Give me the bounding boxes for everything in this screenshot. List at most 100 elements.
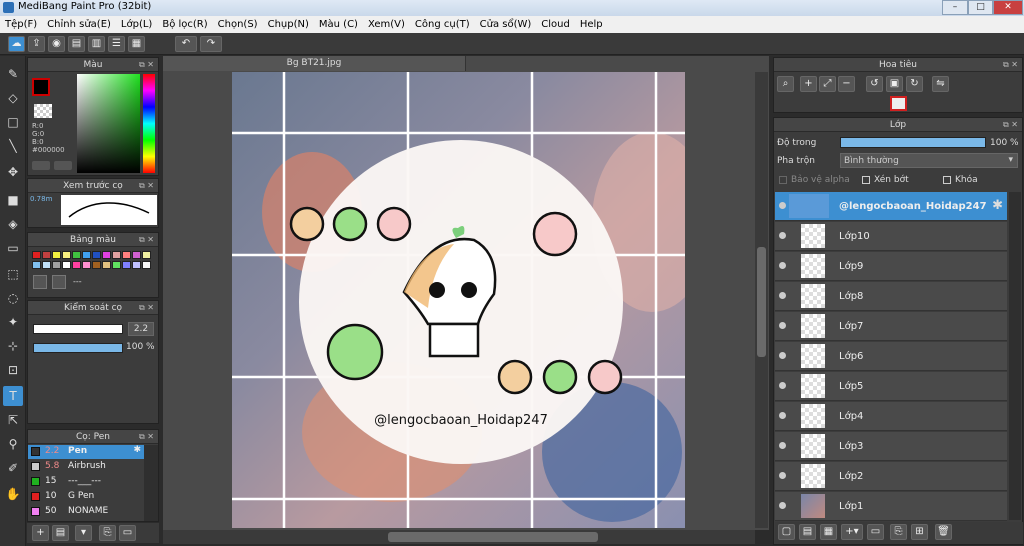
brush-opacity-slider[interactable] (33, 343, 123, 353)
delete-palette-icon[interactable] (52, 275, 66, 289)
panel-options-icon[interactable]: ⧉ ✕ (139, 301, 154, 315)
copy-brush-icon[interactable]: ⎘ (99, 525, 116, 541)
gradient-tool-icon[interactable]: ▭ (3, 238, 23, 258)
panel-options-icon[interactable]: ⧉ ✕ (139, 233, 154, 247)
palette-swatch[interactable] (52, 251, 61, 259)
menu-cloud[interactable]: Cloud (536, 19, 575, 30)
fit-screen-icon[interactable]: ▣ (886, 76, 903, 92)
protect-alpha-checkbox[interactable] (779, 176, 787, 184)
bucket-tool-icon[interactable]: ◈ (3, 214, 23, 234)
layer-row[interactable]: Lớp8 (775, 282, 1007, 311)
brush-size-value[interactable]: 2.2 (128, 322, 154, 336)
menu-view[interactable]: Xem(V) (363, 19, 410, 30)
clipping-checkbox[interactable] (862, 176, 870, 184)
hand-tool-icon[interactable]: ✋ (3, 484, 23, 504)
line-tool-icon[interactable]: ╲ (3, 136, 23, 156)
palette-swatch[interactable] (62, 251, 71, 259)
rotate-right-icon[interactable]: ↻ (906, 76, 923, 92)
duplicate-layer-icon[interactable]: ⎘ (890, 524, 907, 540)
lock-checkbox[interactable] (943, 176, 951, 184)
eye-icon[interactable] (779, 352, 786, 359)
new-layer-icon[interactable]: ▢ (778, 524, 795, 540)
palette-swatch[interactable] (82, 251, 91, 259)
brush-list-scrollbar[interactable] (144, 445, 158, 521)
palette-swatch[interactable] (102, 251, 111, 259)
brush-menu-icon[interactable]: ▾ (75, 525, 92, 541)
palette-swatch[interactable] (142, 261, 151, 269)
zoom-in-icon[interactable]: + (800, 76, 817, 92)
cloud-icon[interactable]: ☁ (8, 36, 25, 52)
palette-swatch[interactable] (62, 261, 71, 269)
palette-swatch[interactable] (42, 261, 51, 269)
menu-edit[interactable]: Chỉnh sửa(E) (42, 19, 116, 30)
layer-row[interactable]: @lengocbaoan_Hoidap247 ✱ (775, 192, 1007, 221)
palette-swatch[interactable] (102, 261, 111, 269)
eye-icon[interactable] (779, 322, 786, 329)
add-layer-menu-icon[interactable]: +▾ (841, 524, 863, 540)
flip-icon[interactable]: ⇋ (932, 76, 949, 92)
palette-swatch[interactable] (72, 261, 81, 269)
menu-color[interactable]: Màu (C) (314, 19, 363, 30)
eraser-tool-icon[interactable]: ◇ (3, 88, 23, 108)
palette-swatch[interactable] (132, 261, 141, 269)
undo-icon[interactable]: ↶ (175, 36, 197, 52)
dropper-tool-icon[interactable]: ⚲ (3, 434, 23, 454)
layer-opacity-slider[interactable] (840, 137, 986, 148)
palette-swatch[interactable] (122, 261, 131, 269)
color-picker-button[interactable] (54, 161, 72, 170)
delete-layer-icon[interactable]: 🗑 (935, 524, 952, 540)
eye-icon[interactable] (779, 442, 786, 449)
maximize-button[interactable]: □ (968, 0, 993, 15)
eye-icon[interactable] (779, 262, 786, 269)
new-halftone-layer-icon[interactable]: ▤ (799, 524, 816, 540)
document-icon[interactable]: ▥ (88, 36, 105, 52)
new-image-layer-icon[interactable]: ▦ (820, 524, 837, 540)
menu-tools[interactable]: Công cụ(T) (410, 19, 475, 30)
share-icon[interactable]: ⇪ (28, 36, 45, 52)
minimize-button[interactable]: – (942, 0, 968, 15)
palette-swatch[interactable] (82, 261, 91, 269)
palette-swatch[interactable] (42, 251, 51, 259)
redo-icon[interactable]: ↷ (200, 36, 222, 52)
layer-row[interactable]: Lớp4 (775, 402, 1007, 431)
palette-swatch[interactable] (72, 251, 81, 259)
menu-snap[interactable]: Chụp(N) (263, 19, 314, 30)
palette-swatch[interactable] (52, 261, 61, 269)
grid-icon[interactable]: ▦ (128, 36, 145, 52)
menu-layer[interactable]: Lớp(L) (116, 19, 157, 30)
new-palette-icon[interactable] (33, 275, 47, 289)
rectangle-tool-icon[interactable]: □ (3, 112, 23, 132)
text-tool-icon[interactable]: T (3, 386, 23, 406)
menu-help[interactable]: Help (575, 19, 608, 30)
brush-size-slider[interactable] (33, 324, 123, 334)
eye-icon[interactable] (779, 202, 786, 209)
vertical-scroll-thumb[interactable] (757, 247, 766, 357)
gear-icon[interactable]: ✱ (992, 198, 1003, 213)
layer-row[interactable]: Lớp9 (775, 252, 1007, 281)
color-mode-button[interactable] (32, 161, 50, 170)
menu-file[interactable]: Tệp(F) (0, 19, 42, 30)
close-button[interactable]: ✕ (993, 0, 1023, 15)
magic-wand-icon[interactable]: ✦ (3, 312, 23, 332)
layer-row[interactable]: Lớp1 (775, 492, 1007, 521)
layer-row[interactable]: Lớp6 (775, 342, 1007, 371)
eye-icon[interactable] (779, 232, 786, 239)
panel-options-icon[interactable]: ⧉ ✕ (1003, 58, 1018, 72)
brush-item[interactable]: 15 ---___--- (28, 475, 144, 489)
layer-list-scrollbar[interactable] (1009, 192, 1021, 520)
layer-row[interactable]: Lớp5 (775, 372, 1007, 401)
merge-layer-icon[interactable]: ⊞ (911, 524, 928, 540)
brush-item[interactable]: 50 NONAME (28, 505, 144, 519)
add-brush-icon[interactable]: + (32, 525, 49, 541)
menu-filter[interactable]: Bộ lọc(R) (157, 19, 212, 30)
transparent-swatch[interactable] (34, 104, 52, 118)
eye-icon[interactable] (779, 412, 786, 419)
horizontal-scroll-thumb[interactable] (388, 532, 598, 542)
eye-icon[interactable] (779, 382, 786, 389)
comment-icon[interactable]: ◉ (48, 36, 65, 52)
message-icon[interactable]: ▤ (68, 36, 85, 52)
operation-tool-icon[interactable]: ⇱ (3, 410, 23, 430)
palette-swatch[interactable] (32, 261, 41, 269)
eye-icon[interactable] (779, 292, 786, 299)
zoom-search-icon[interactable]: ⌕ (777, 76, 794, 92)
